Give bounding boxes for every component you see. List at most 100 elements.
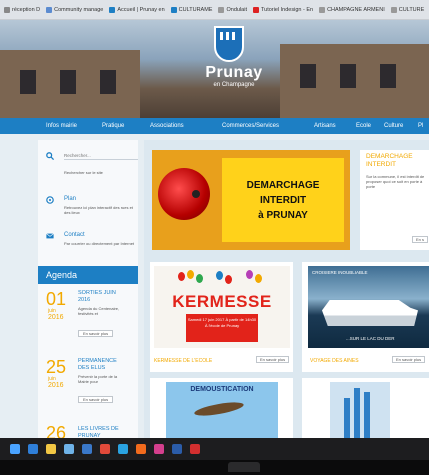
bookmarks-bar: réception D Community manage Accueil | Pru… (0, 0, 429, 20)
monitor-stand (228, 462, 260, 472)
sign-line: à PRUNAY (258, 209, 308, 221)
plan-link[interactable]: Plan Retrouvez ici plan interactif des r… (46, 196, 136, 222)
contact-title: Contact (64, 232, 85, 238)
building-tower (364, 392, 370, 438)
demarchage-heading[interactable]: DEMARCHAGE INTERDIT (366, 153, 426, 169)
bookmark-item[interactable]: Community manage (46, 6, 104, 13)
agenda-header: Agenda (38, 266, 138, 284)
monitor-bezel (0, 460, 429, 475)
mail-icon[interactable] (82, 444, 92, 454)
demarchage-body: Sur la commune, il est interdit de propo… (366, 174, 425, 189)
search-input[interactable] (64, 152, 138, 160)
bookmark-favicon-icon (109, 6, 116, 13)
demarchage-more-button[interactable]: En s (412, 236, 429, 243)
balloon (255, 274, 262, 283)
balloon (246, 270, 253, 279)
search-desc: Rechercher sur le site (64, 170, 103, 175)
kermesse-details: Samedi 17 juin 2017 À partir de 14h30 À … (186, 314, 258, 342)
event-day: 01 (46, 289, 67, 309)
agenda-event[interactable]: 26 LES LIVRES DE PRUNAY (46, 424, 136, 438)
bookmark-favicon-icon (46, 6, 53, 13)
bookmark-item[interactable]: Ondulait (218, 6, 247, 13)
agenda-event[interactable]: 25 juin 2016 PERMANENCE DES ELUS Préveni… (46, 358, 136, 414)
window (20, 70, 36, 94)
map-pin-icon (46, 196, 54, 204)
explorer-icon[interactable] (46, 444, 56, 454)
building-tower (344, 398, 350, 438)
site-name[interactable]: Prunay (204, 64, 264, 82)
demarchage-image[interactable]: DEMARCHAGE INTERDIT à PRUNAY (152, 150, 350, 250)
demarchage-summary: DEMARCHAGE INTERDIT Sur la commune, il e… (360, 150, 429, 250)
event-desc: Agenda du Centenaire, festivités et (78, 306, 120, 316)
bookmark-item[interactable]: Tutoriel Indesign - En (252, 6, 313, 13)
word-icon[interactable] (172, 444, 182, 454)
kermesse-image[interactable]: KERMESSE Samedi 17 juin 2017 À partir de… (154, 266, 290, 348)
sign-line: INTERDIT (259, 194, 307, 206)
bookmark-item[interactable]: réception D (4, 6, 40, 13)
event-title[interactable]: SORTIES JUIN 2016 (78, 290, 128, 303)
window (340, 64, 356, 88)
bookmark-item[interactable]: Accueil | Prunay en (109, 6, 165, 13)
windows-icon[interactable] (10, 444, 20, 454)
nav-item[interactable]: Pl (418, 123, 423, 129)
sign-line: DEMARCHAGE (246, 179, 320, 191)
bookmark-label: Community manage (54, 6, 104, 13)
acrobat-icon[interactable] (190, 444, 200, 454)
bookmark-label: CHAMPAGNE ARMENI (327, 6, 385, 13)
nav-item[interactable]: Pratique (102, 123, 124, 129)
bookmark-favicon-icon (218, 6, 225, 13)
plan-desc: Retrouvez ici plan interactif des rues e… (64, 205, 133, 215)
coat-of-arms-icon (214, 26, 244, 62)
firefox-icon[interactable] (136, 444, 146, 454)
event-year: 2016 (48, 382, 64, 389)
agenda-title: Agenda (46, 270, 78, 280)
indesign-icon[interactable] (154, 444, 164, 454)
mosquito-icon (193, 399, 245, 419)
cruise-image[interactable]: CROISIERE INOUBLIABLE ...SUR LE LAC DU D… (308, 266, 429, 348)
mail-icon (46, 233, 54, 239)
cruise-more-button[interactable]: En savoir plus (392, 356, 426, 363)
nav-item[interactable]: Ecole (356, 123, 371, 129)
kermesse-more-button[interactable]: En savoir plus (256, 356, 290, 363)
event-year: 2016 (48, 314, 64, 321)
contact-link[interactable]: Contact Par courrier ou directement par … (46, 232, 136, 258)
demarchage-sign: DEMARCHAGE INTERDIT à PRUNAY (222, 158, 344, 242)
search-block: Rechercher sur le site (46, 152, 138, 176)
nav-item[interactable]: Commerces/Services (222, 123, 279, 129)
demoustication-image[interactable]: DEMOUSTICATION (166, 382, 278, 438)
event-title[interactable]: LES LIVRES DE PRUNAY (78, 426, 128, 438)
balloon (225, 275, 232, 284)
edge-icon[interactable] (28, 444, 38, 454)
bookmark-item[interactable]: CULTURE (390, 6, 425, 13)
search-icon[interactable] (46, 152, 54, 160)
nav-item[interactable]: Associations (150, 123, 184, 129)
window (100, 70, 116, 94)
agenda-event[interactable]: 01 juin 2016 SORTIES JUIN 2016 Agenda du… (46, 290, 136, 346)
balloon (216, 271, 223, 280)
event-more-button[interactable]: En savoir plus (78, 396, 114, 403)
contact-desc: Par courrier ou directement par Internet (64, 241, 135, 246)
building-image[interactable] (330, 382, 390, 438)
kermesse-title: KERMESSE (172, 292, 272, 311)
bookmark-item[interactable]: CHAMPAGNE ARMENI (319, 6, 385, 13)
nav-item[interactable]: Artisans (314, 123, 336, 129)
store-icon[interactable] (64, 444, 74, 454)
kermesse-caption[interactable]: KERMESSE DE L'ECOLE (154, 358, 212, 364)
event-day: 26 (46, 423, 67, 438)
chrome-icon[interactable] (100, 444, 110, 454)
window (380, 64, 396, 88)
bookmark-label: CULTURE (398, 6, 425, 13)
bookmark-item[interactable]: CULTURAME (170, 6, 212, 13)
nav-item[interactable]: Infos mairie (46, 123, 77, 129)
event-more-button[interactable]: En savoir plus (78, 330, 114, 337)
nav-item[interactable]: Culture (384, 123, 403, 129)
bookmark-favicon-icon (252, 6, 259, 13)
bookmark-favicon-icon (4, 6, 10, 13)
photoshop-icon[interactable] (118, 444, 128, 454)
cruise-caption[interactable]: VOYAGE DES AINES (310, 358, 359, 364)
event-title[interactable]: PERMANENCE DES ELUS (78, 358, 128, 371)
demoustication-title: DEMOUSTICATION (190, 386, 254, 393)
plan-title: Plan (64, 196, 77, 202)
event-day: 25 (46, 357, 67, 377)
site-header: Prunay en Champagne (0, 20, 429, 118)
